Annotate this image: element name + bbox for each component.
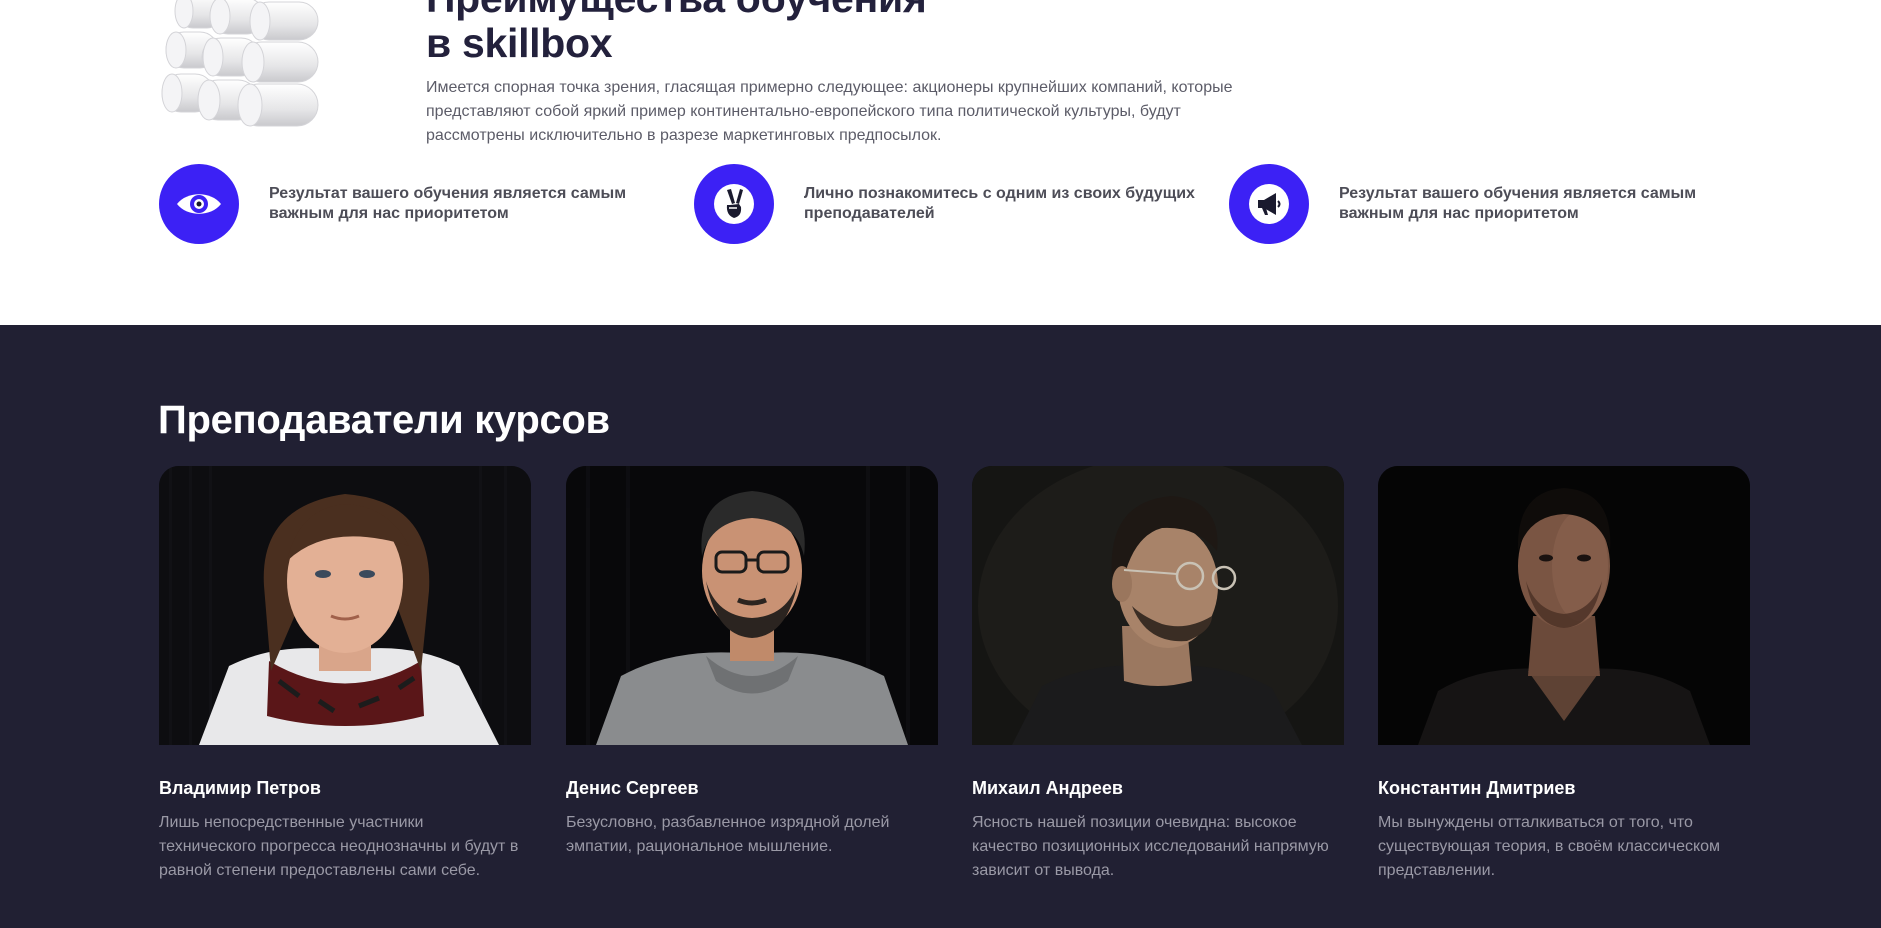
feature-item: Результат вашего обучения является самым… — [1229, 164, 1759, 244]
advantages-title: Преимущества обучения в skillbox — [426, 0, 927, 66]
teacher-name: Константин Дмитриев — [1378, 778, 1576, 798]
feature-item: Лично познакомитесь с одним из своих буд… — [694, 164, 1224, 244]
eye-icon — [159, 164, 239, 244]
teacher-photo — [972, 466, 1344, 745]
teacher-card[interactable]: Михаил Андреев Ясность нашей позиции оче… — [972, 466, 1344, 883]
teacher-card[interactable]: Денис Сергеев Безусловно, разбавленное и… — [566, 466, 938, 859]
feature-text: Результат вашего обучения является самым… — [269, 185, 627, 222]
teacher-description: Лишь непосредственные участники техничес… — [159, 814, 519, 879]
teacher-name: Денис Сергеев — [566, 778, 699, 798]
advantages-description: Имеется спорная точка зрения, гласящая п… — [426, 79, 1233, 144]
victory-hand-icon — [694, 164, 774, 244]
cylinders-illustration — [161, 0, 319, 127]
teacher-name: Михаил Андреев — [972, 778, 1123, 798]
advantages-title-line2: в skillbox — [426, 20, 613, 66]
teacher-description: Безусловно, разбавленное изрядной долей … — [566, 814, 890, 855]
feature-text: Лично познакомитесь с одним из своих буд… — [804, 185, 1195, 222]
teacher-photo — [566, 466, 938, 745]
teacher-description: Мы вынуждены отталкиваться от того, что … — [1378, 814, 1721, 879]
advantages-section: Преимущества обучения в skillbox Имеется… — [0, 0, 1881, 325]
teachers-title: Преподаватели курсов — [158, 398, 610, 442]
advantages-title-line1: Преимущества обучения — [426, 0, 927, 21]
feature-item: Результат вашего обучения является самым… — [159, 164, 689, 244]
teacher-card[interactable]: Константин Дмитриев Мы вынуждены отталки… — [1378, 466, 1750, 883]
teachers-section: Преподаватели курсов Владимир Петров Лиш… — [0, 325, 1881, 928]
feature-text: Результат вашего обучения является самым… — [1339, 185, 1697, 222]
teacher-name: Владимир Петров — [159, 778, 321, 798]
teacher-description: Ясность нашей позиции очевидна: высокое … — [972, 814, 1329, 879]
teacher-photo — [1378, 466, 1750, 745]
teacher-card[interactable]: Владимир Петров Лишь непосредственные уч… — [159, 466, 531, 883]
megaphone-icon — [1229, 164, 1309, 244]
teacher-photo — [159, 466, 531, 745]
